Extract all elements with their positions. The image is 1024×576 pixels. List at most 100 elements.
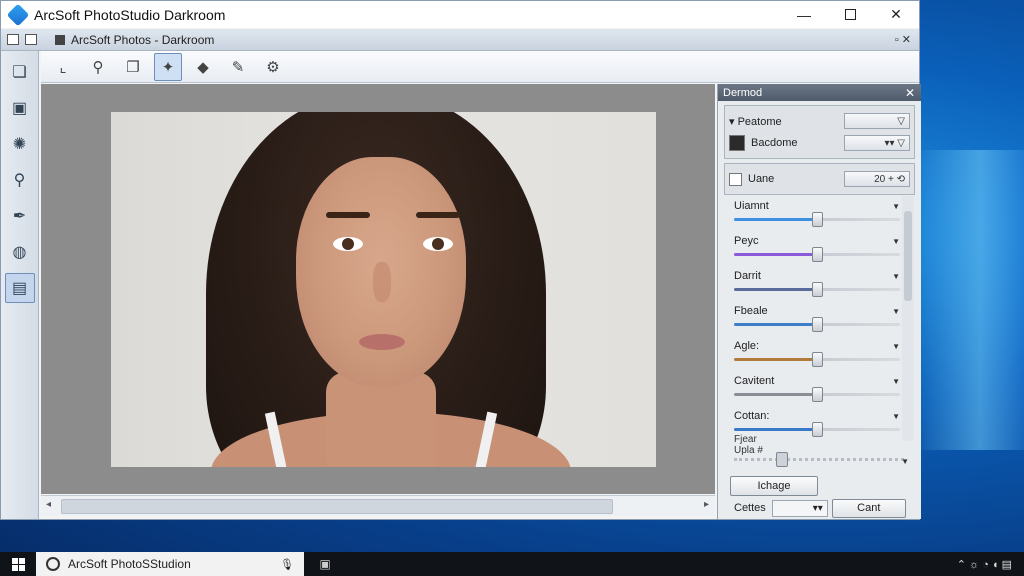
photo-brow-left — [326, 212, 370, 218]
photo-lips — [359, 334, 405, 350]
extra-slider: Fjear Upla # ▼ — [734, 434, 909, 467]
desktop-glow — [914, 150, 1024, 450]
image-canvas[interactable] — [41, 84, 715, 494]
panel-option-group: Uane 20 + ⟲ — [724, 163, 915, 195]
brush-icon[interactable]: ✎ — [224, 53, 252, 81]
bottom-label: Cettes — [734, 502, 766, 514]
panel-close-icon[interactable]: ✕ — [905, 86, 915, 100]
slider-knob[interactable] — [812, 212, 823, 227]
window-title: ArcSoft PhotoStudio Darkroom — [34, 6, 226, 23]
panel-bottom-row: Cettes ▾▾ Cant — [724, 498, 916, 518]
panel-title: Dermod — [723, 86, 763, 99]
slider-knob[interactable] — [812, 282, 823, 297]
slider-caret-icon[interactable]: ▼ — [892, 272, 900, 281]
slider-row: Agle: ▼ — [724, 336, 904, 371]
photo-brow-right — [416, 212, 460, 218]
scroll-thumb[interactable] — [61, 499, 613, 514]
shield-icon[interactable]: ◆ — [189, 53, 217, 81]
crop-icon[interactable]: ⌞ — [49, 53, 77, 81]
windows-icon — [11, 557, 25, 571]
slider-knob[interactable] — [812, 352, 823, 367]
taskbar: ArcSoft PhotoSStudion 🎙 ▣ ⌃ ☼ ◔ ◖ ▤ — [0, 552, 1024, 576]
bottom-combo[interactable]: ▾▾ — [771, 499, 828, 517]
extra-caret-icon[interactable]: ▼ — [901, 456, 909, 467]
start-button[interactable] — [0, 552, 36, 576]
photo-nose — [373, 262, 391, 302]
enhance-icon[interactable]: ✦ — [154, 52, 182, 81]
title-bar: ArcSoft PhotoStudio Darkroom — ✕ — [1, 1, 919, 28]
panel-scrollbar[interactable] — [902, 196, 914, 441]
mdi-window-controls — [7, 34, 45, 45]
background-label: Bacdome — [751, 137, 798, 149]
app-logo-icon — [6, 3, 30, 26]
minimize-button[interactable]: — — [781, 1, 827, 28]
slider-caret-icon[interactable]: ▼ — [892, 202, 900, 211]
mdi-tile-icon[interactable] — [25, 34, 37, 45]
document-title: ArcSoft Photos - Darkroom — [71, 32, 215, 47]
extra-label-2: Upla # — [734, 445, 763, 456]
slider-caret-icon[interactable]: ▼ — [892, 377, 900, 386]
app-window: ArcSoft PhotoStudio Darkroom — ✕ ArcSoft… — [0, 0, 921, 520]
background-row: Bacdome ▾▾ ▽ — [729, 132, 910, 154]
document-controls[interactable]: ▫ ✕ — [895, 33, 911, 46]
slider-knob[interactable] — [812, 247, 823, 262]
slider-label: Cavitent — [734, 375, 775, 387]
extra-label-1: Fjear — [734, 434, 757, 445]
panel-preset-group: ▾ Peatome ▽ Bacdome ▾▾ ▽ — [724, 105, 915, 159]
background-dropdown[interactable]: ▾▾ ▽ — [844, 135, 910, 151]
taskbar-search-text: ArcSoft PhotoSStudion — [68, 557, 191, 571]
document-icon — [55, 34, 65, 45]
slider-knob[interactable] — [812, 317, 823, 332]
task-view-icon[interactable]: ▣ — [312, 552, 338, 576]
gear-icon[interactable]: ⚙ — [259, 53, 287, 81]
taskbar-search[interactable]: ArcSoft PhotoSStudion 🎙 — [36, 552, 304, 576]
extra-knob[interactable] — [776, 452, 788, 467]
photo-eye-right — [423, 237, 453, 251]
left-toolstrip: ❏ ▣ ✺ ⚲ ✒ ◍ ▤ — [1, 51, 39, 519]
slider-label: Peyc — [734, 235, 759, 247]
option-stepper[interactable]: 20 + ⟲ — [844, 171, 910, 187]
slider-list: Uiamnt ▼ Peyc ▼ Darrit ▼ Fbeale ▼ Agle: ▼ Cavitent… — [724, 196, 904, 446]
scroll-left-icon[interactable]: ◂ — [46, 499, 51, 510]
change-button[interactable]: Ichage — [730, 476, 818, 496]
search-ring-icon — [46, 557, 60, 571]
slider-label: Agle: — [734, 340, 760, 352]
preset-row: ▾ Peatome ▽ — [729, 110, 910, 132]
slider-knob[interactable] — [812, 387, 823, 402]
panel-header: Dermod ✕ — [718, 84, 921, 101]
close-button[interactable]: ✕ — [873, 1, 919, 28]
search-icon[interactable]: ⚲ — [5, 165, 35, 195]
option-label: Uane — [748, 173, 775, 185]
maximize-button[interactable] — [827, 1, 873, 28]
mdi-restore-icon[interactable] — [7, 34, 19, 45]
scroll-right-icon[interactable]: ▸ — [704, 499, 709, 510]
slider-row: Fbeale ▼ — [724, 301, 904, 336]
frame-icon[interactable]: ▤ — [4, 273, 35, 303]
portrait-photo[interactable] — [111, 112, 656, 467]
slider-label: Cottan: — [734, 410, 770, 422]
layers-icon[interactable]: ❐ — [119, 53, 147, 81]
edit-icon[interactable]: ▣ — [5, 93, 35, 123]
system-tray[interactable]: ⌃ ☼ ◔ ◖ ▤ — [957, 558, 1012, 571]
globe-icon[interactable]: ◍ — [5, 237, 35, 267]
mic-icon[interactable]: 🎙 — [280, 558, 294, 571]
slider-caret-icon[interactable]: ▼ — [892, 237, 900, 246]
slider-caret-icon[interactable]: ▼ — [892, 342, 900, 351]
background-swatch[interactable] — [729, 135, 745, 151]
preset-dropdown[interactable]: ▽ — [844, 113, 910, 129]
option-checkbox[interactable] — [729, 172, 742, 186]
horizontal-scrollbar[interactable]: ◂ ▸ — [41, 495, 715, 516]
copy-icon[interactable]: ❏ — [5, 57, 35, 87]
slider-row: Uiamnt ▼ — [724, 196, 904, 231]
slider-caret-icon[interactable]: ▼ — [892, 412, 900, 421]
slider-row: Cavitent ▼ — [724, 371, 904, 406]
effects-icon[interactable]: ✺ — [5, 129, 35, 159]
extra-track[interactable] — [734, 458, 904, 464]
panel-scroll-thumb[interactable] — [904, 211, 912, 301]
slider-caret-icon[interactable]: ▼ — [892, 307, 900, 316]
slider-row: Peyc ▼ — [724, 231, 904, 266]
cancel-button[interactable]: Cant — [831, 498, 906, 518]
zoom-icon[interactable]: ⚲ — [84, 53, 112, 81]
pen-icon[interactable]: ✒ — [5, 201, 35, 231]
main-toolbar: ⌞ ⚲ ❐ ✦ ◆ ✎ ⚙ — [41, 51, 919, 83]
